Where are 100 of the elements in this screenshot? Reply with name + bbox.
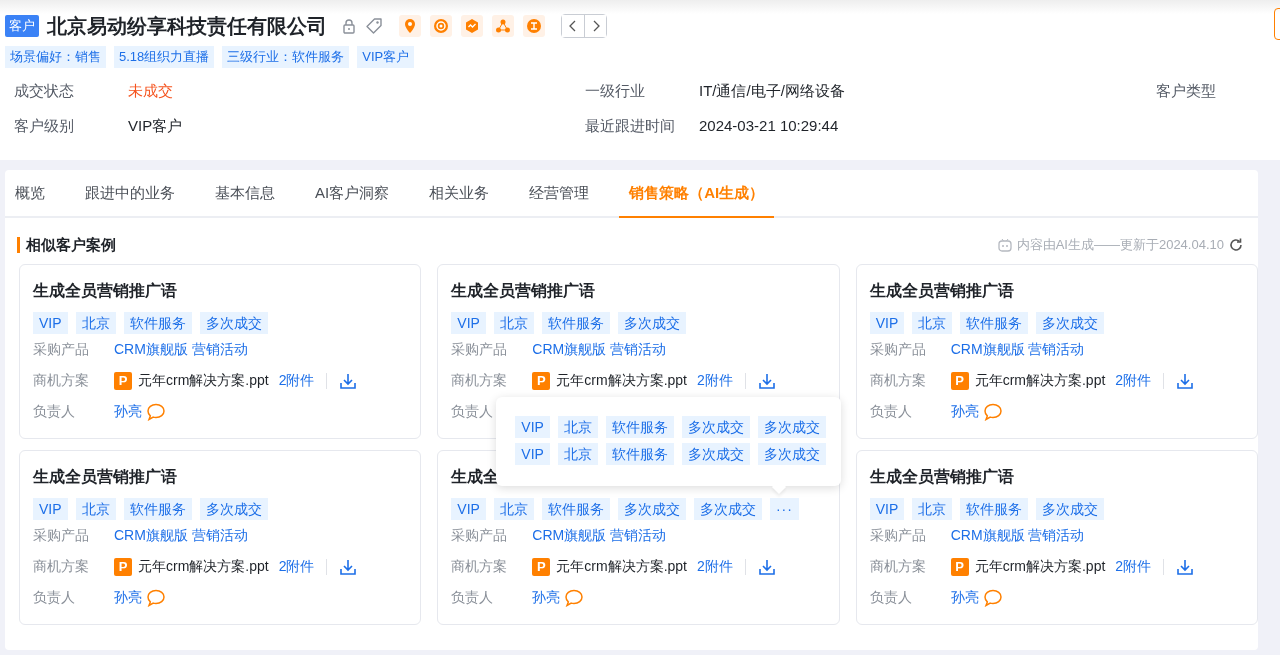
location-pin-icon[interactable] bbox=[399, 15, 421, 37]
attachments-link[interactable]: 2附件 bbox=[697, 371, 733, 390]
field-label: 商机方案 bbox=[33, 371, 90, 390]
field-value: 未成交 bbox=[128, 81, 174, 101]
file-name[interactable]: 元年crm解决方案.ppt bbox=[974, 557, 1106, 576]
robot-icon bbox=[996, 238, 1013, 252]
owner-link[interactable]: 孙亮 bbox=[114, 588, 142, 607]
download-icon[interactable] bbox=[757, 557, 776, 576]
tag-icon[interactable] bbox=[365, 17, 383, 35]
attachments-link[interactable]: 2附件 bbox=[1115, 371, 1152, 390]
field-label: 负责人 bbox=[869, 588, 913, 607]
company-name: 北京易动纷享科技责任有限公司 bbox=[47, 13, 327, 39]
tag: 多次成交 bbox=[681, 416, 750, 438]
field-value: IT/通信/电子/网络设备 bbox=[699, 81, 846, 101]
file-name[interactable]: 元年crm解决方案.ppt bbox=[974, 371, 1106, 390]
tab[interactable]: 跟进中的业务 bbox=[75, 170, 185, 218]
lock-icon[interactable] bbox=[341, 18, 357, 34]
tab[interactable]: 概览 bbox=[5, 170, 55, 218]
card-title: 生成全员营销推广语 bbox=[869, 281, 1014, 301]
tag: 多次成交 bbox=[1036, 312, 1105, 334]
field-label: 成交状态 bbox=[14, 81, 75, 101]
field-label: 负责人 bbox=[869, 402, 913, 421]
tab[interactable]: 经营管理 bbox=[519, 170, 600, 218]
products-link[interactable]: CRM旗舰版 营销活动 bbox=[114, 526, 248, 545]
chat-bubble-icon[interactable] bbox=[982, 402, 1003, 421]
tag: 北京 bbox=[493, 498, 534, 520]
tag: VIP bbox=[33, 498, 68, 520]
field-label: 商机方案 bbox=[869, 371, 927, 390]
attachments-link[interactable]: 2附件 bbox=[697, 557, 733, 576]
field-label: 商机方案 bbox=[33, 557, 90, 576]
tag: 软件服务 bbox=[541, 498, 610, 520]
customer-badge: 客户 bbox=[5, 15, 39, 37]
tab[interactable]: 销售策略（AI生成） bbox=[619, 170, 775, 218]
card-title: 生成全 bbox=[451, 467, 500, 487]
ppt-file-icon: P bbox=[532, 371, 551, 390]
field-label: 负责人 bbox=[451, 402, 495, 421]
chevron-left-icon bbox=[568, 20, 578, 32]
download-icon[interactable] bbox=[339, 371, 358, 390]
owner-link[interactable]: 孙亮 bbox=[114, 402, 142, 421]
products-link[interactable]: CRM旗舰版 营销活动 bbox=[532, 526, 667, 545]
tag: 软件服务 bbox=[123, 312, 192, 334]
download-icon[interactable] bbox=[1176, 371, 1195, 390]
network-icon[interactable] bbox=[492, 15, 514, 37]
card-title: 生成全员营销推广语 bbox=[33, 467, 177, 487]
tag: 软件服务 bbox=[605, 443, 674, 465]
ppt-file-icon: P bbox=[950, 557, 969, 576]
file-name[interactable]: 元年crm解决方案.ppt bbox=[138, 371, 269, 390]
tag: 北京 bbox=[557, 443, 598, 465]
ppt-file-icon: P bbox=[532, 557, 551, 576]
field-label: 采购产品 bbox=[33, 340, 90, 359]
products-link[interactable]: CRM旗舰版 营销活动 bbox=[950, 340, 1085, 359]
field-label: 商机方案 bbox=[869, 557, 927, 576]
ai-note: 内容由AI生成——更新于2024.04.10 bbox=[1016, 236, 1224, 254]
owner-link[interactable]: 孙亮 bbox=[950, 588, 979, 607]
chat-bubble-icon[interactable] bbox=[146, 402, 166, 421]
tag: 北京 bbox=[912, 312, 953, 334]
target-icon[interactable] bbox=[430, 15, 452, 37]
tag: VIP bbox=[515, 443, 550, 465]
owner-link[interactable]: 孙亮 bbox=[950, 402, 979, 421]
field-label: 商机方案 bbox=[451, 371, 509, 390]
field-label: 采购产品 bbox=[869, 340, 927, 359]
file-name[interactable]: 元年crm解决方案.ppt bbox=[556, 371, 687, 390]
refresh-icon[interactable] bbox=[1228, 237, 1244, 253]
tag: 多次成交 bbox=[1036, 498, 1105, 520]
tag: 软件服务 bbox=[960, 312, 1029, 334]
field-label: 客户级别 bbox=[14, 116, 75, 136]
attachments-link[interactable]: 2附件 bbox=[278, 371, 315, 390]
more-tags-button[interactable]: ··· bbox=[769, 498, 799, 520]
tag: VIP bbox=[869, 312, 905, 334]
card-title: 生成全员营销推广语 bbox=[451, 281, 596, 301]
download-icon[interactable] bbox=[1176, 557, 1195, 576]
coin-icon[interactable] bbox=[523, 15, 545, 37]
next-button[interactable] bbox=[584, 15, 606, 37]
products-link[interactable]: CRM旗舰版 营销活动 bbox=[114, 340, 248, 359]
tag: 北京 bbox=[912, 498, 953, 520]
tag: VIP bbox=[33, 312, 68, 334]
products-link[interactable]: CRM旗舰版 营销活动 bbox=[950, 526, 1085, 545]
tag: 多次成交 bbox=[757, 443, 826, 465]
tab[interactable]: 相关业务 bbox=[419, 170, 500, 218]
file-name[interactable]: 元年crm解决方案.ppt bbox=[556, 557, 687, 576]
field-value: 2024-03-21 10:29:44 bbox=[699, 116, 840, 136]
field-label: 负责人 bbox=[33, 402, 76, 421]
chat-bubble-icon[interactable] bbox=[146, 588, 166, 607]
field-label: 负责人 bbox=[33, 588, 76, 607]
owner-link[interactable]: 孙亮 bbox=[532, 588, 561, 607]
attachments-link[interactable]: 2附件 bbox=[1115, 557, 1152, 576]
tab[interactable]: 基本信息 bbox=[205, 170, 285, 218]
attachments-link[interactable]: 2附件 bbox=[278, 557, 315, 576]
chat-bubble-icon[interactable] bbox=[982, 588, 1003, 607]
tag: 软件服务 bbox=[123, 498, 192, 520]
section-title: 相似客户案例 bbox=[17, 237, 116, 253]
download-icon[interactable] bbox=[339, 557, 358, 576]
file-name[interactable]: 元年crm解决方案.ppt bbox=[138, 557, 269, 576]
chat-bubble-icon[interactable] bbox=[564, 588, 585, 607]
products-link[interactable]: CRM旗舰版 营销活动 bbox=[532, 340, 667, 359]
download-icon[interactable] bbox=[757, 371, 776, 390]
card-title: 生成全员营销推广语 bbox=[869, 467, 1014, 487]
ppt-file-icon: P bbox=[114, 371, 132, 390]
ppt-file-icon: P bbox=[114, 557, 132, 576]
tab[interactable]: AI客户洞察 bbox=[305, 170, 400, 218]
